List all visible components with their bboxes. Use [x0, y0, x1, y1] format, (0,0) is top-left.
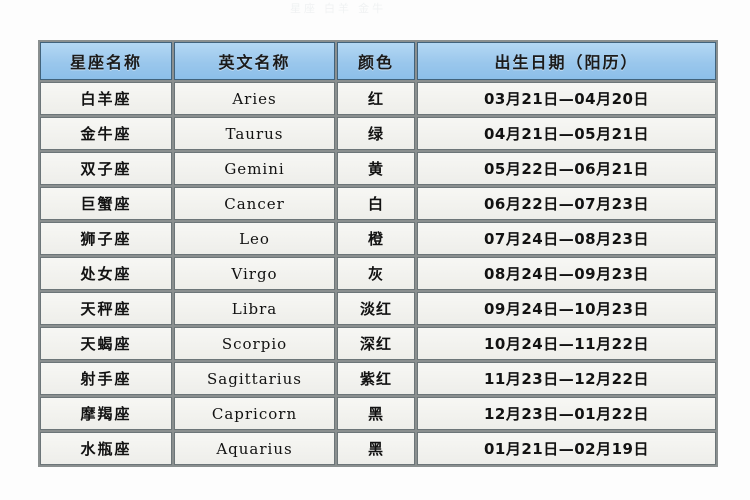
table-row: 水瓶座 Aquarius 黑 01月21日—02月19日 — [40, 432, 716, 465]
table-row: 摩羯座 Capricorn 黑 12月23日—01月22日 — [40, 397, 716, 430]
clipped-top-text: 星座 白羊 金牛 — [290, 3, 387, 14]
table-row: 巨蟹座 Cancer 白 06月22日—07月23日 — [40, 187, 716, 220]
cell-color: 黄 — [337, 152, 415, 185]
cell-zodiac-name: 天秤座 — [40, 292, 172, 325]
cell-zodiac-name: 金牛座 — [40, 117, 172, 150]
cell-english-name: Aries — [174, 82, 335, 115]
cell-birthdate: 03月21日—04月20日 — [417, 82, 716, 115]
table-row: 天秤座 Libra 淡红 09月24日—10月23日 — [40, 292, 716, 325]
cell-color: 绿 — [337, 117, 415, 150]
cell-zodiac-name: 摩羯座 — [40, 397, 172, 430]
cell-english-name: Virgo — [174, 257, 335, 290]
cell-zodiac-name: 巨蟹座 — [40, 187, 172, 220]
table-row: 白羊座 Aries 红 03月21日—04月20日 — [40, 82, 716, 115]
cell-zodiac-name: 射手座 — [40, 362, 172, 395]
cell-birthdate: 06月22日—07月23日 — [417, 187, 716, 220]
cell-birthdate: 12月23日—01月22日 — [417, 397, 716, 430]
cell-birthdate: 04月21日—05月21日 — [417, 117, 716, 150]
cell-color: 深红 — [337, 327, 415, 360]
cell-zodiac-name: 双子座 — [40, 152, 172, 185]
table-row: 金牛座 Taurus 绿 04月21日—05月21日 — [40, 117, 716, 150]
header-row: 星座名称 英文名称 颜色 出生日期（阳历） — [40, 42, 716, 80]
table-body: 白羊座 Aries 红 03月21日—04月20日 金牛座 Taurus 绿 04月21日—0… — [40, 82, 716, 465]
cell-birthdate: 07月24日—08月23日 — [417, 222, 716, 255]
cell-zodiac-name: 狮子座 — [40, 222, 172, 255]
cell-english-name: Leo — [174, 222, 335, 255]
cell-color: 灰 — [337, 257, 415, 290]
cell-birthdate: 09月24日—10月23日 — [417, 292, 716, 325]
cell-english-name: Aquarius — [174, 432, 335, 465]
cell-birthdate: 08月24日—09月23日 — [417, 257, 716, 290]
column-header-name: 星座名称 — [40, 42, 172, 80]
cell-english-name: Taurus — [174, 117, 335, 150]
cell-birthdate: 10月24日—11月22日 — [417, 327, 716, 360]
column-header-color: 颜色 — [337, 42, 415, 80]
cell-english-name: Sagittarius — [174, 362, 335, 395]
cell-english-name: Scorpio — [174, 327, 335, 360]
cell-zodiac-name: 处女座 — [40, 257, 172, 290]
cell-color: 红 — [337, 82, 415, 115]
cell-color: 黑 — [337, 397, 415, 430]
column-header-birthdate: 出生日期（阳历） — [417, 42, 716, 80]
cell-color: 紫红 — [337, 362, 415, 395]
zodiac-table: 星座名称 英文名称 颜色 出生日期（阳历） 白羊座 Aries 红 03月21日—04… — [38, 40, 718, 467]
cell-color: 淡红 — [337, 292, 415, 325]
table-row: 天蝎座 Scorpio 深红 10月24日—11月22日 — [40, 327, 716, 360]
cell-zodiac-name: 天蝎座 — [40, 327, 172, 360]
cell-birthdate: 11月23日—12月22日 — [417, 362, 716, 395]
cell-zodiac-name: 水瓶座 — [40, 432, 172, 465]
column-header-english: 英文名称 — [174, 42, 335, 80]
zodiac-table-container: 星座名称 英文名称 颜色 出生日期（阳历） 白羊座 Aries 红 03月21日—04… — [38, 40, 718, 467]
cell-english-name: Gemini — [174, 152, 335, 185]
cell-english-name: Cancer — [174, 187, 335, 220]
cell-birthdate: 05月22日—06月21日 — [417, 152, 716, 185]
cell-zodiac-name: 白羊座 — [40, 82, 172, 115]
table-row: 射手座 Sagittarius 紫红 11月23日—12月22日 — [40, 362, 716, 395]
table-row: 双子座 Gemini 黄 05月22日—06月21日 — [40, 152, 716, 185]
cell-birthdate: 01月21日—02月19日 — [417, 432, 716, 465]
cell-color: 白 — [337, 187, 415, 220]
cell-english-name: Capricorn — [174, 397, 335, 430]
table-row: 处女座 Virgo 灰 08月24日—09月23日 — [40, 257, 716, 290]
cell-color: 橙 — [337, 222, 415, 255]
table-header: 星座名称 英文名称 颜色 出生日期（阳历） — [40, 42, 716, 80]
table-row: 狮子座 Leo 橙 07月24日—08月23日 — [40, 222, 716, 255]
cell-color: 黑 — [337, 432, 415, 465]
cell-english-name: Libra — [174, 292, 335, 325]
